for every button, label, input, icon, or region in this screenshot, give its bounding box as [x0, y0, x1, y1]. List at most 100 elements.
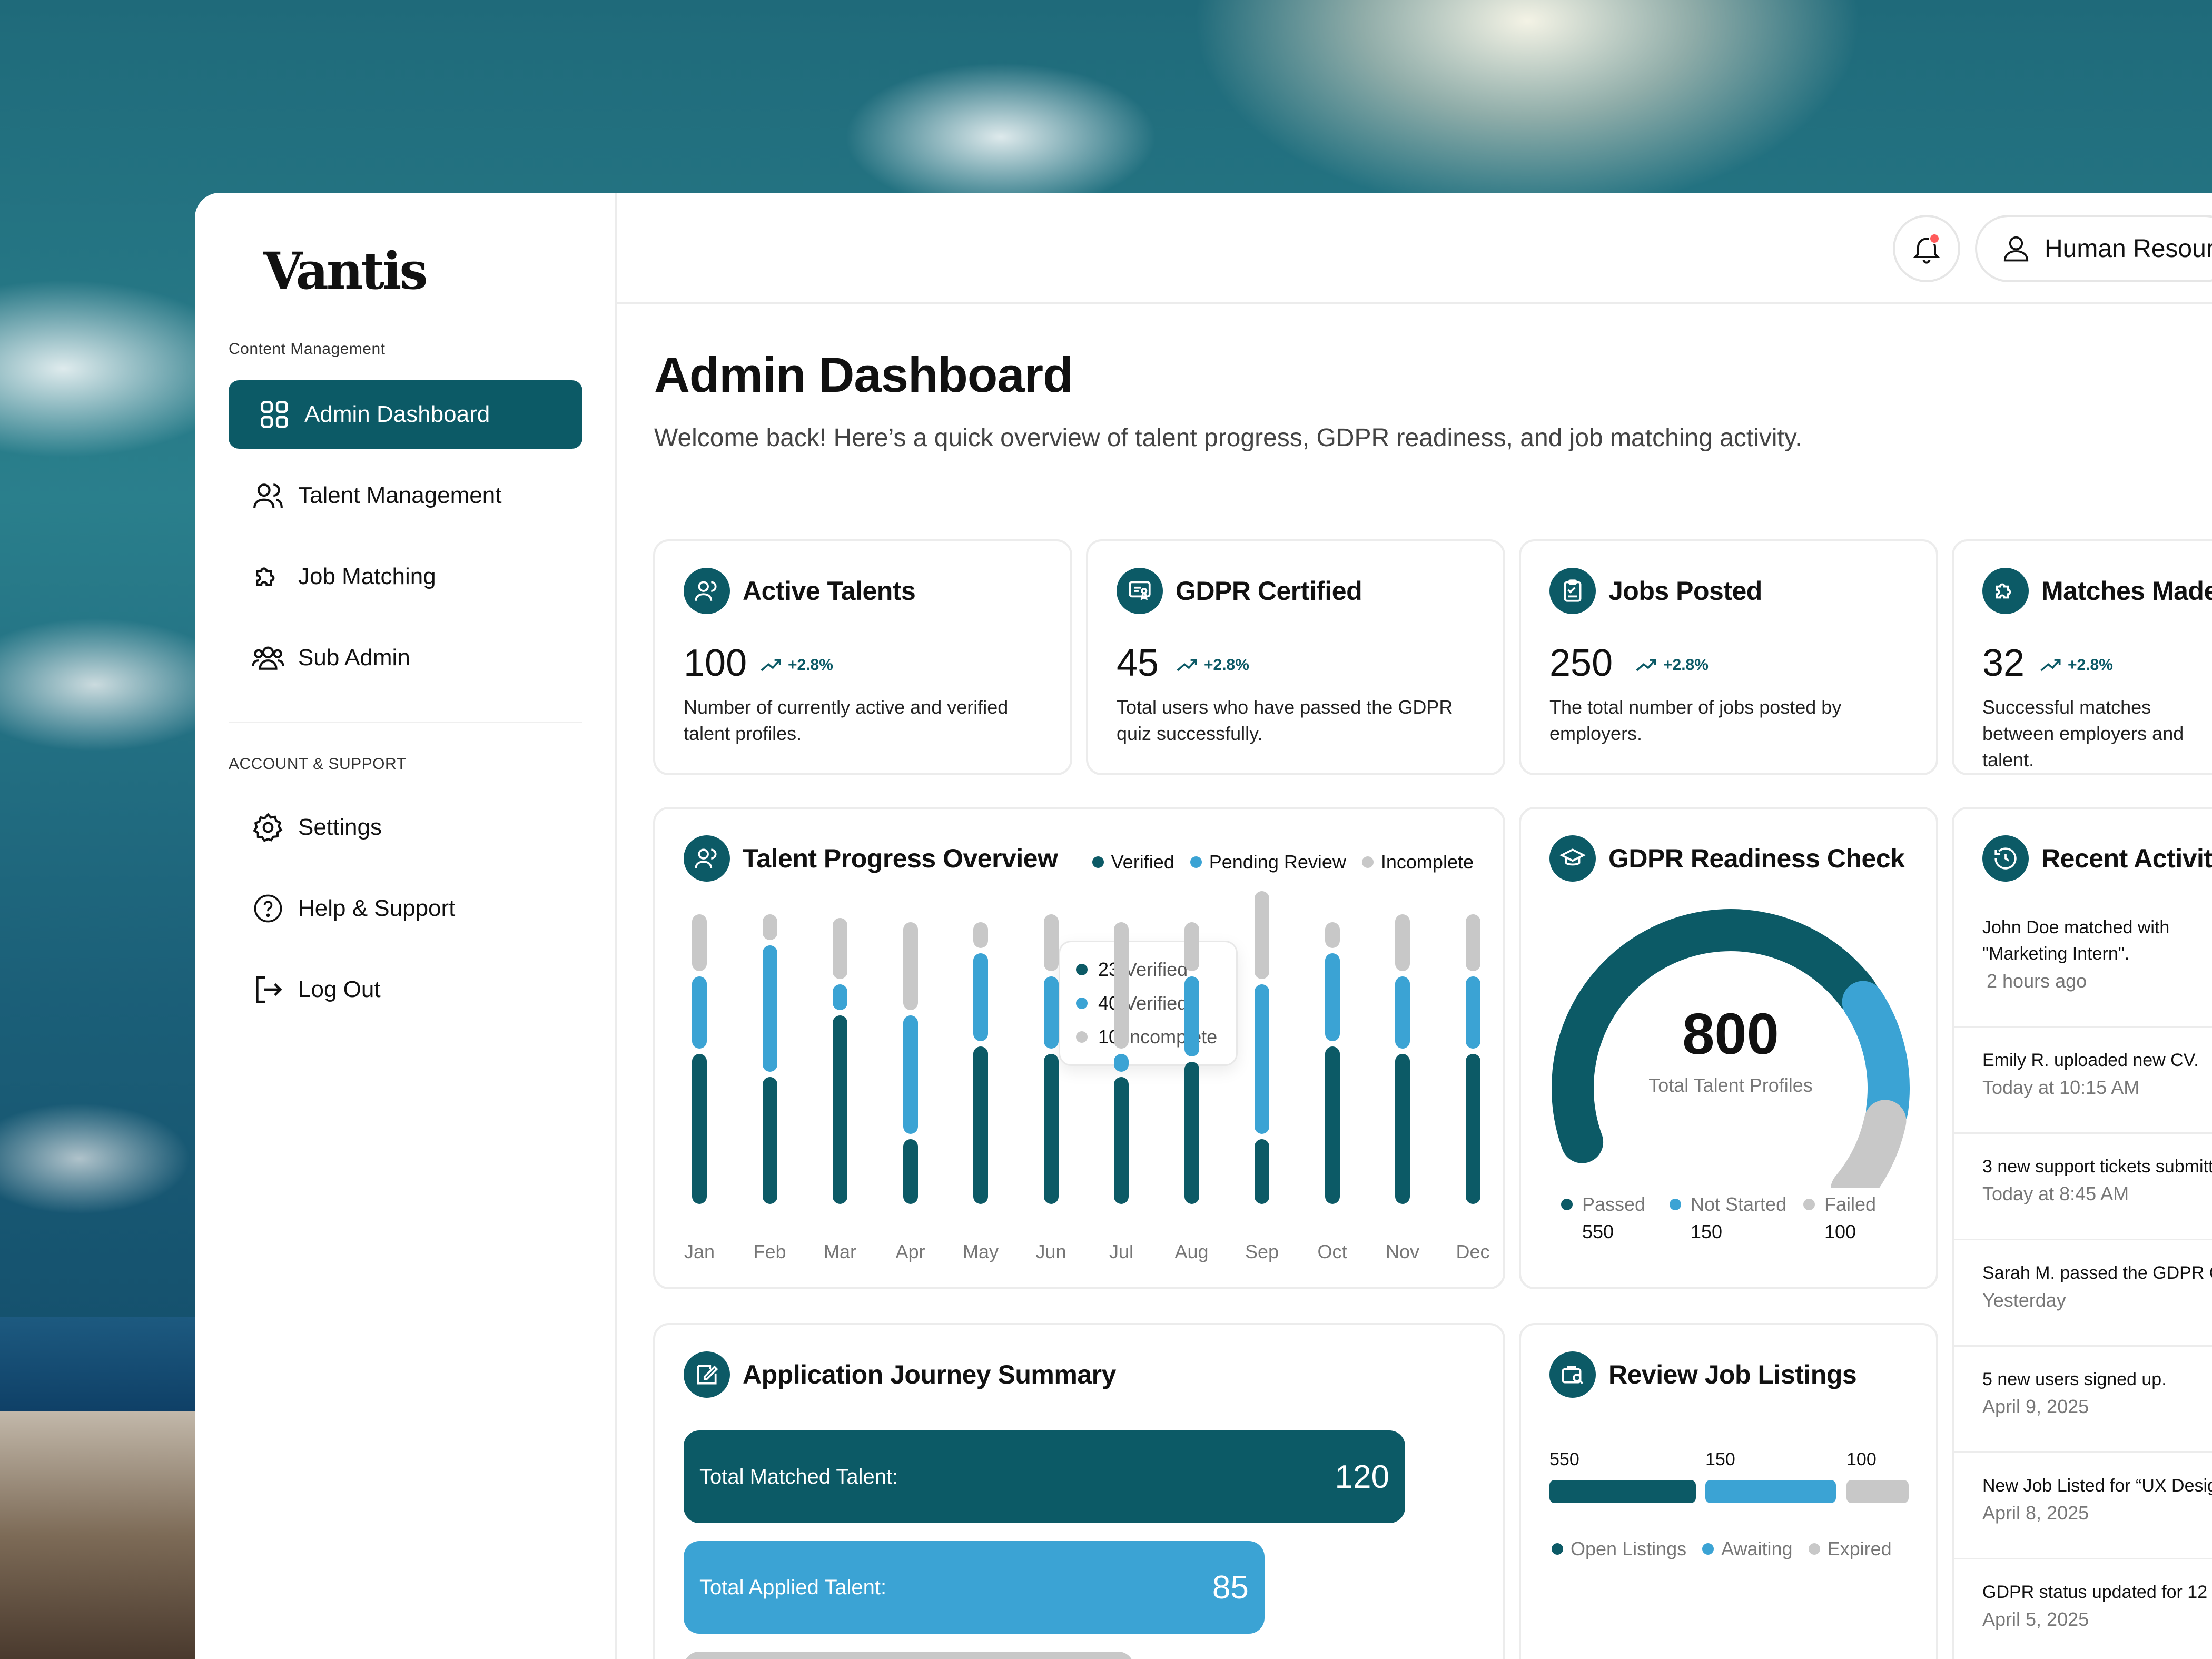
journey-bar-applied[interactable]: Total Applied Talent: 85: [684, 1541, 1265, 1634]
stat-card-gdpr-certified[interactable]: GDPR Certified 45 +2.8% Total users who …: [1086, 539, 1505, 775]
notification-dot: [1929, 233, 1940, 244]
user-menu-button[interactable]: Human Resources: [1975, 215, 2212, 282]
listing-bar-awaiting[interactable]: [1705, 1480, 1836, 1503]
listing-bar-open[interactable]: [1549, 1480, 1696, 1503]
activity-item[interactable]: Emily R. uploaded new CV. Today at 10:15…: [1982, 1047, 2212, 1099]
gear-icon: [250, 809, 287, 846]
application-journey-card: Application Journey Summary Total Matche…: [653, 1323, 1505, 1659]
bar-pending-review-nov[interactable]: [1395, 976, 1410, 1049]
page-subtitle: Welcome back! Here’s a quick overview of…: [654, 424, 1802, 452]
app-window: Vantis Content Management Admin Dashboar…: [195, 193, 2212, 1659]
gauge-legend-passed: Passed 550: [1561, 1193, 1645, 1243]
journey-bar-matched[interactable]: Total Matched Talent: 120: [684, 1430, 1405, 1523]
bar-verified-oct[interactable]: [1325, 1046, 1340, 1204]
stat-value: 45: [1117, 642, 1159, 684]
bar-incomplete-jan[interactable]: [692, 914, 707, 971]
stat-title: Matches Made: [2041, 576, 2212, 606]
sidebar-item-label: Log Out: [298, 976, 381, 1002]
sidebar-item-label: Settings: [298, 814, 382, 840]
activity-item[interactable]: John Doe matched with "Marketing Intern"…: [1982, 914, 2212, 992]
sidebar: Vantis Content Management Admin Dashboar…: [195, 193, 617, 1659]
users-icon: [250, 477, 287, 514]
stat-value: 32: [1982, 642, 2025, 684]
bar-incomplete-may[interactable]: [973, 922, 988, 948]
activity-divider: [1954, 1239, 2212, 1240]
legend-item[interactable]: Verified: [1092, 851, 1174, 873]
bar-verified-jun[interactable]: [1043, 1054, 1059, 1204]
legend-item[interactable]: Pending Review: [1190, 851, 1346, 873]
bar-incomplete-jul[interactable]: [1114, 922, 1129, 1049]
bar-verified-dec[interactable]: [1465, 1054, 1480, 1204]
stat-description: The total number of jobs posted by emplo…: [1549, 696, 1842, 744]
bar-verified-mar[interactable]: [833, 1015, 847, 1204]
activity-item[interactable]: 5 new users signed up. April 9, 2025: [1982, 1366, 2212, 1418]
brand-logo[interactable]: Vantis: [263, 241, 428, 301]
certificate-icon: [1117, 568, 1163, 614]
sidebar-item-label: Help & Support: [298, 895, 456, 921]
bar-pending-review-aug[interactable]: [1184, 976, 1199, 1056]
x-tick-label: Nov: [1385, 1241, 1420, 1262]
legend-item[interactable]: Incomplete: [1361, 851, 1474, 873]
bar-verified-aug[interactable]: [1184, 1062, 1199, 1204]
activity-item[interactable]: New Job Listed for “UX Designer”. April …: [1982, 1473, 2212, 1524]
gauge-arc-failed[interactable]: [1831, 1100, 1907, 1188]
bar-incomplete-feb[interactable]: [762, 914, 777, 940]
activity-divider: [1954, 1132, 2212, 1134]
sidebar-item-log-out[interactable]: Log Out: [229, 955, 582, 1024]
activity-item[interactable]: GDPR status updated for 12 users. April …: [1982, 1579, 2212, 1631]
bar-verified-apr[interactable]: [903, 1139, 918, 1204]
bar-incomplete-dec[interactable]: [1465, 914, 1480, 971]
bar-pending-review-jan[interactable]: [692, 976, 707, 1049]
stat-card-jobs-posted[interactable]: Jobs Posted 250 +2.8% The total number o…: [1519, 539, 1938, 775]
sidebar-item-help-support[interactable]: Help & Support: [229, 874, 582, 943]
stat-trend: +2.8%: [2040, 656, 2113, 674]
main-content: Admin Dashboard Welcome back! Here’s a q…: [617, 304, 2212, 1659]
bar-pending-review-jun[interactable]: [1043, 976, 1059, 1049]
background-sea: [0, 1317, 211, 1422]
sidebar-item-admin-dashboard[interactable]: Admin Dashboard: [229, 380, 582, 449]
notifications-button[interactable]: [1893, 215, 1960, 282]
stat-trend: +2.8%: [761, 656, 833, 674]
bar-pending-review-sep[interactable]: [1255, 984, 1269, 1134]
recent-activity-card: Recent Activity John Doe matched with "M…: [1952, 807, 2212, 1659]
listing-value-open: 550: [1549, 1449, 1579, 1469]
sidebar-item-job-matching[interactable]: Job Matching: [229, 542, 582, 611]
x-tick-label: Jun: [1035, 1241, 1066, 1262]
sidebar-item-settings[interactable]: Settings: [229, 793, 582, 862]
activity-item[interactable]: Sarah M. passed the GDPR Quiz. Yesterday: [1982, 1260, 2212, 1311]
stat-card-matches-made[interactable]: Matches Made 32 +2.8% Successful matches…: [1952, 539, 2212, 775]
sidebar-item-sub-admin[interactable]: Sub Admin: [229, 624, 582, 692]
bar-incomplete-jun[interactable]: [1043, 914, 1059, 971]
bar-verified-may[interactable]: [973, 1046, 988, 1204]
x-tick-label: Dec: [1456, 1241, 1490, 1262]
bar-pending-review-may[interactable]: [973, 953, 988, 1041]
bar-verified-jul[interactable]: [1114, 1077, 1129, 1204]
bar-incomplete-oct[interactable]: [1325, 922, 1340, 948]
bar-pending-review-feb[interactable]: [762, 945, 777, 1072]
bar-pending-review-dec[interactable]: [1465, 976, 1480, 1049]
bar-verified-feb[interactable]: [762, 1077, 777, 1204]
bar-verified-nov[interactable]: [1395, 1054, 1410, 1204]
activity-item[interactable]: 3 new support tickets submitted. Today a…: [1982, 1153, 2212, 1205]
activity-divider: [1954, 1026, 2212, 1028]
bar-pending-review-oct[interactable]: [1325, 953, 1340, 1041]
x-tick-label: Aug: [1174, 1241, 1209, 1262]
bar-incomplete-aug[interactable]: [1184, 922, 1199, 971]
bar-pending-review-mar[interactable]: [833, 984, 847, 1010]
stat-value: 100: [684, 642, 747, 684]
stat-title: GDPR Certified: [1176, 576, 1362, 606]
bar-verified-jan[interactable]: [692, 1054, 707, 1204]
journey-bar-partial: [684, 1652, 1134, 1659]
activity-divider: [1954, 1345, 2212, 1347]
listing-bar-expired[interactable]: [1846, 1480, 1909, 1503]
talent-progress-card: Talent Progress Overview Verified Pendin…: [653, 807, 1505, 1289]
bar-pending-review-apr[interactable]: [903, 1015, 918, 1134]
bar-pending-review-jul[interactable]: [1114, 1054, 1129, 1072]
bar-incomplete-mar[interactable]: [833, 918, 847, 979]
stat-card-active-talents[interactable]: Active Talents 100 +2.8% Number of curre…: [653, 539, 1072, 775]
bar-verified-sep[interactable]: [1255, 1139, 1269, 1204]
sidebar-item-talent-management[interactable]: Talent Management: [229, 461, 582, 530]
bar-incomplete-nov[interactable]: [1395, 914, 1410, 971]
bar-incomplete-sep[interactable]: [1255, 891, 1269, 979]
bar-incomplete-apr[interactable]: [903, 922, 918, 1010]
